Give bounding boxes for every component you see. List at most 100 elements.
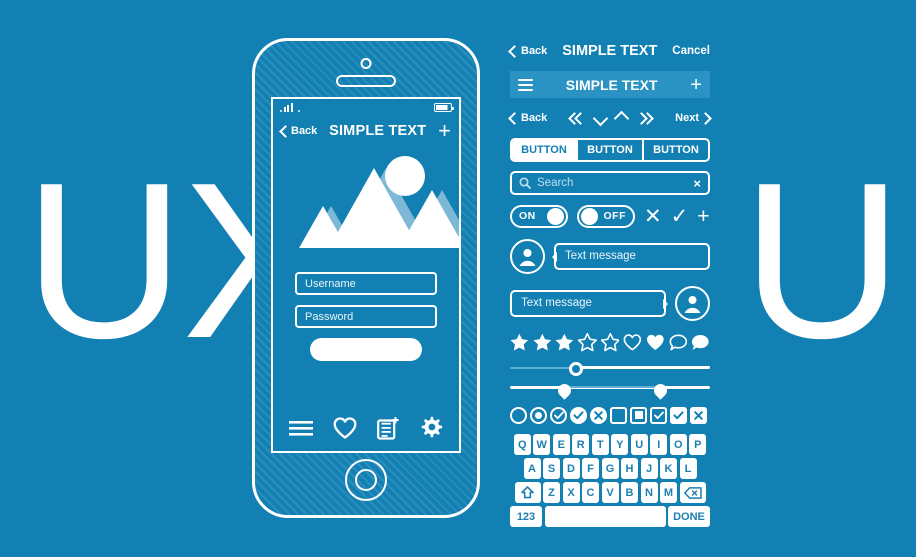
checkbox-check-outline-icon[interactable] bbox=[650, 406, 667, 424]
kit-back-button[interactable]: Back bbox=[508, 44, 548, 58]
key-f[interactable]: F bbox=[582, 458, 599, 479]
key-m[interactable]: M bbox=[660, 482, 677, 503]
heart-outline-icon[interactable] bbox=[623, 333, 642, 352]
chat-bubble-filled-icon[interactable] bbox=[691, 333, 710, 352]
kit-back-label: Back bbox=[521, 45, 548, 57]
checkbox-square-filled-icon[interactable] bbox=[630, 406, 647, 424]
kit-add-button[interactable]: + bbox=[690, 75, 702, 95]
segment-button-3[interactable]: BUTTON bbox=[644, 140, 708, 160]
phone-mockup: Back SIMPLE TEXT + Username Password bbox=[252, 38, 480, 518]
radio-selected-icon[interactable] bbox=[530, 406, 547, 424]
key-a[interactable]: A bbox=[523, 458, 541, 479]
key-e[interactable]: E bbox=[552, 434, 570, 455]
segment-button-1[interactable]: BUTTON bbox=[512, 140, 578, 160]
earpiece-speaker-icon bbox=[336, 75, 396, 87]
toggle-off[interactable]: OFF bbox=[577, 204, 635, 228]
keyboard-row-4: 123 DONE bbox=[510, 506, 710, 527]
numbers-key[interactable]: 123 bbox=[510, 506, 542, 527]
tab-menu[interactable] bbox=[289, 420, 313, 437]
space-key[interactable] bbox=[544, 506, 666, 527]
check-icon[interactable]: ✓ bbox=[671, 206, 689, 227]
close-icon[interactable]: ✕ bbox=[644, 206, 662, 227]
circle-check-filled-icon[interactable] bbox=[570, 406, 587, 424]
key-v[interactable]: V bbox=[601, 482, 619, 503]
toggle-on[interactable]: ON bbox=[510, 204, 568, 228]
selection-controls-row bbox=[510, 405, 710, 425]
backspace-key-icon[interactable] bbox=[679, 482, 706, 503]
submit-button[interactable] bbox=[310, 338, 422, 361]
key-o[interactable]: O bbox=[669, 434, 687, 455]
tab-settings[interactable] bbox=[419, 416, 443, 440]
chevron-left-icon bbox=[279, 124, 292, 138]
key-d[interactable]: D bbox=[562, 458, 580, 479]
key-u[interactable]: U bbox=[630, 434, 648, 455]
kit-cancel-button[interactable]: Cancel bbox=[672, 45, 710, 57]
star-filled-icon[interactable] bbox=[555, 332, 574, 352]
message-bubble-incoming[interactable]: Text message bbox=[552, 242, 710, 270]
search-clear-button[interactable]: × bbox=[693, 176, 701, 191]
phone-add-button[interactable]: + bbox=[438, 120, 451, 142]
range-slider-handle-low[interactable] bbox=[555, 381, 574, 400]
password-input[interactable]: Password bbox=[295, 305, 437, 328]
key-x[interactable]: X bbox=[562, 482, 580, 503]
key-j[interactable]: J bbox=[640, 458, 658, 479]
key-r[interactable]: R bbox=[572, 434, 590, 455]
key-n[interactable]: N bbox=[640, 482, 658, 503]
pager-back-button[interactable]: Back bbox=[508, 111, 547, 125]
key-q[interactable]: Q bbox=[513, 434, 531, 455]
star-filled-icon[interactable] bbox=[510, 332, 529, 352]
search-input[interactable]: Search bbox=[537, 177, 573, 189]
checkbox-x-filled-icon[interactable] bbox=[690, 406, 707, 424]
circle-check-outline-icon[interactable] bbox=[550, 406, 567, 424]
key-w[interactable]: W bbox=[533, 434, 551, 455]
heart-outline-icon bbox=[333, 417, 357, 439]
kit-menu-button[interactable] bbox=[518, 78, 533, 91]
key-c[interactable]: C bbox=[582, 482, 599, 503]
tab-new-document[interactable] bbox=[377, 416, 399, 440]
key-l[interactable]: L bbox=[679, 458, 697, 479]
single-slider-handle[interactable] bbox=[569, 362, 583, 376]
kit-pager: Back Next bbox=[508, 107, 712, 129]
shift-key-icon[interactable] bbox=[514, 482, 541, 503]
username-input[interactable]: Username bbox=[295, 272, 437, 295]
phone-back-button[interactable]: Back bbox=[279, 124, 317, 138]
login-form: Username Password bbox=[273, 264, 459, 361]
tab-favorites[interactable] bbox=[333, 417, 357, 439]
search-bar[interactable]: Search × bbox=[510, 171, 710, 195]
chevron-down-icon[interactable] bbox=[592, 110, 609, 126]
phone-page-title: SIMPLE TEXT bbox=[329, 123, 427, 139]
pager-next-label: Next bbox=[675, 112, 699, 124]
star-filled-icon[interactable] bbox=[533, 332, 552, 352]
single-slider-track-left[interactable] bbox=[510, 367, 576, 369]
key-g[interactable]: G bbox=[601, 458, 619, 479]
key-b[interactable]: B bbox=[621, 482, 638, 503]
checkbox-empty-icon[interactable] bbox=[610, 406, 627, 424]
single-slider-track-right[interactable] bbox=[576, 366, 710, 369]
key-h[interactable]: H bbox=[621, 458, 638, 479]
key-t[interactable]: T bbox=[591, 434, 609, 455]
plus-icon[interactable]: + bbox=[697, 206, 709, 227]
star-outline-icon[interactable] bbox=[578, 332, 597, 352]
pager-next-button[interactable]: Next bbox=[675, 111, 712, 125]
radio-empty-icon[interactable] bbox=[510, 406, 527, 424]
double-chevron-left-icon[interactable] bbox=[568, 111, 588, 125]
heart-filled-icon[interactable] bbox=[646, 333, 665, 352]
key-y[interactable]: Y bbox=[611, 434, 629, 455]
segment-button-2[interactable]: BUTTON bbox=[578, 140, 644, 160]
double-chevron-right-icon[interactable] bbox=[635, 111, 655, 125]
circle-x-filled-icon[interactable] bbox=[590, 406, 607, 424]
star-outline-icon[interactable] bbox=[600, 332, 620, 352]
key-k[interactable]: K bbox=[660, 458, 677, 479]
key-p[interactable]: P bbox=[689, 434, 707, 455]
chevron-up-icon[interactable] bbox=[613, 110, 630, 126]
home-button[interactable] bbox=[345, 459, 387, 501]
message-bubble-outgoing[interactable]: Text message bbox=[510, 289, 668, 317]
chat-bubble-outline-icon[interactable] bbox=[669, 333, 688, 352]
done-key[interactable]: DONE bbox=[668, 506, 710, 527]
checkbox-check-filled-icon[interactable] bbox=[670, 406, 687, 424]
hamburger-menu-icon bbox=[518, 83, 533, 86]
key-z[interactable]: Z bbox=[543, 482, 560, 503]
key-i[interactable]: I bbox=[650, 434, 668, 455]
key-s[interactable]: S bbox=[543, 458, 560, 479]
range-slider-handle-high[interactable] bbox=[651, 381, 670, 400]
